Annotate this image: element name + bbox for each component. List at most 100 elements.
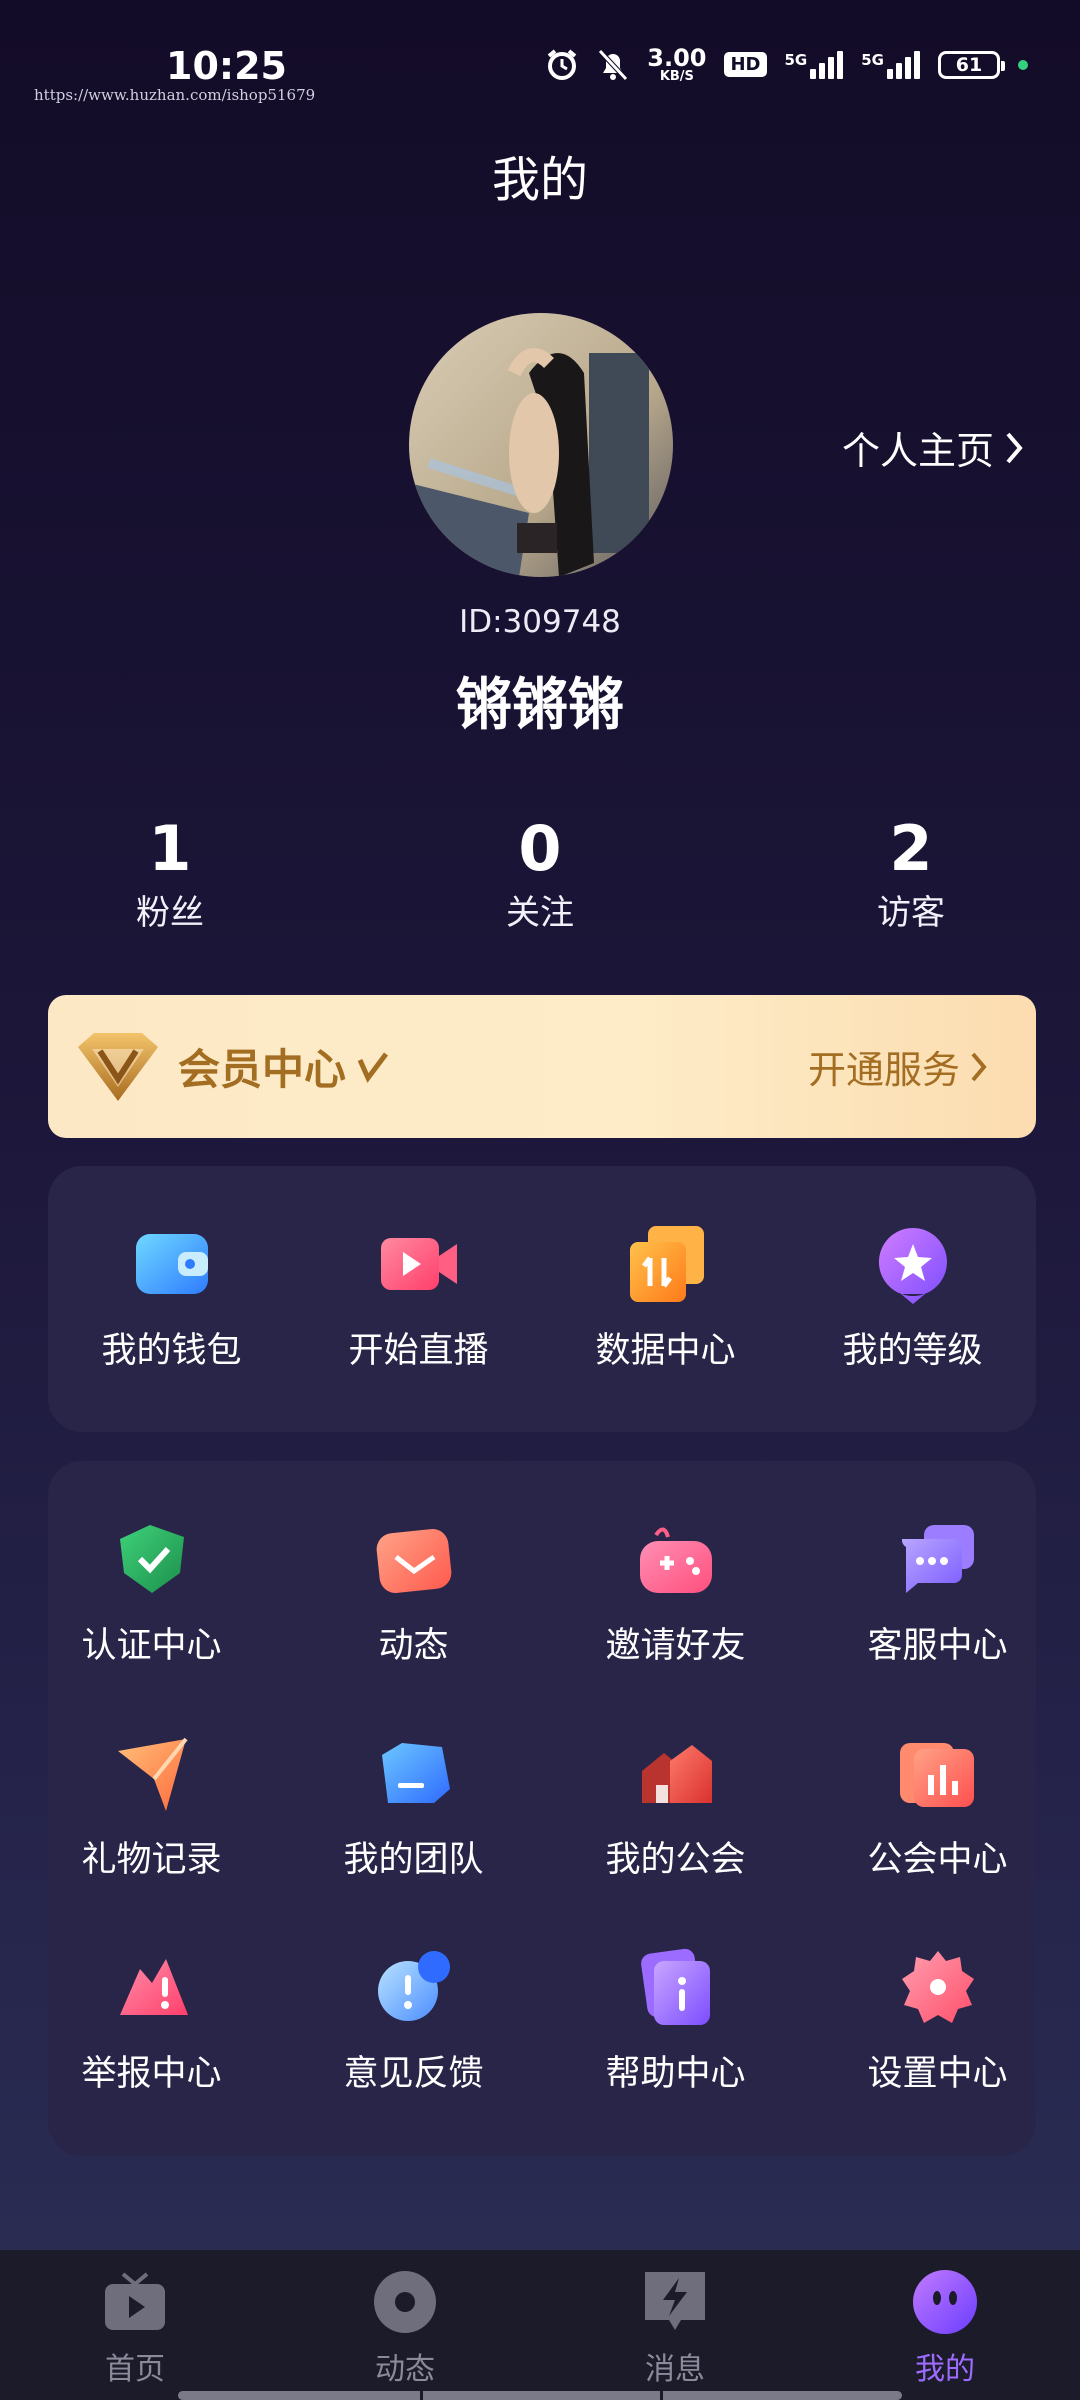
gift-paper-plane-icon	[117, 1737, 188, 1811]
nav-label: 消息	[645, 2352, 705, 2387]
feedback-bubble-icon	[377, 1951, 450, 2021]
bottom-nav: 首页 动态 消息 我的	[0, 2250, 1080, 2400]
signal-icon-2: 5G	[861, 50, 920, 79]
tv-home-icon	[105, 2272, 165, 2330]
mute-bell-icon	[597, 48, 629, 82]
status-time: 10:25	[166, 44, 287, 88]
active-dot	[1018, 59, 1028, 70]
stats-row: 1 粉丝 0 关注 2 访客	[0, 812, 1080, 955]
stat-fans[interactable]: 1 粉丝	[50, 812, 290, 934]
report-center-button[interactable]: 举报中心	[28, 1945, 275, 2096]
service-label: 认证中心	[81, 1626, 222, 1666]
moments-envelope-icon	[376, 1528, 451, 1594]
network-speed: 3.00 KB/S	[647, 44, 707, 84]
username: 锵锵锵	[456, 673, 624, 738]
settings-gear-icon	[901, 1951, 974, 2023]
stat-following[interactable]: 0 关注	[420, 812, 660, 934]
stat-label: 关注	[506, 893, 574, 934]
live-camera-icon	[380, 1238, 457, 1290]
nav-profile[interactable]: 我的	[845, 2268, 1045, 2388]
vip-diamond-icon	[78, 1032, 158, 1101]
nav-label: 首页	[105, 2352, 165, 2387]
customer-service-chat-icon	[901, 1525, 974, 1593]
verify-center-button[interactable]: 认证中心	[28, 1517, 275, 1668]
open-service-label: 开通服务	[807, 1048, 960, 1092]
verify-shield-icon	[119, 1525, 184, 1593]
wallet-button[interactable]: 我的钱包	[48, 1222, 295, 1373]
stat-visitors[interactable]: 2 访客	[791, 812, 1031, 934]
profile-face-icon	[913, 2270, 977, 2334]
service-label: 意见反馈	[343, 2054, 484, 2094]
battery-icon: 61	[938, 50, 1005, 79]
wallet-icon	[135, 1234, 208, 1294]
nav-home[interactable]: 首页	[35, 2268, 235, 2388]
nav-moments[interactable]: 动态	[305, 2268, 505, 2388]
moments-button[interactable]: 动态	[290, 1517, 537, 1668]
watermark-url: https://www.huzhan.com/ishop51679	[34, 86, 316, 104]
data-center-button[interactable]: 数据中心	[542, 1222, 789, 1373]
vip-title: 会员中心	[178, 1045, 347, 1094]
service-label: 礼物记录	[81, 1840, 222, 1880]
quick-actions-panel: 我的钱包 开始直播 数据中心 我的等级	[48, 1166, 1036, 1432]
start-live-button[interactable]: 开始直播	[295, 1222, 542, 1373]
report-warning-icon	[119, 1959, 188, 2015]
user-id: ID:309748	[459, 604, 621, 640]
nav-label: 动态	[375, 2352, 435, 2387]
gesture-bar[interactable]	[178, 2391, 902, 2400]
service-label: 动态	[378, 1626, 449, 1666]
service-label: 邀请好友	[605, 1626, 746, 1666]
alarm-icon	[545, 48, 579, 82]
quick-action-label: 数据中心	[595, 1331, 736, 1371]
vip-check-icon	[357, 1052, 389, 1083]
stat-value: 0	[518, 812, 562, 885]
guild-chart-icon	[899, 1743, 974, 1807]
status-icons: 3.00 KB/S HD 5G 5G 61	[545, 46, 1028, 83]
feedback-button[interactable]: 意见反馈	[290, 1945, 537, 2096]
invite-gamepad-icon	[639, 1527, 712, 1593]
quick-action-label: 开始直播	[348, 1331, 489, 1371]
data-center-icon	[629, 1226, 704, 1302]
gift-records-button[interactable]: 礼物记录	[28, 1731, 275, 1882]
open-service-button[interactable]: 开通服务	[808, 1039, 988, 1094]
chevron-right-icon	[971, 1052, 987, 1081]
guild-house-icon	[641, 1745, 712, 1803]
my-level-button[interactable]: 我的等级	[789, 1222, 1036, 1373]
service-label: 举报中心	[81, 2054, 222, 2094]
hd-icon: HD	[724, 52, 767, 77]
status-bar: 10:25 https://www.huzhan.com/ishop51679 …	[0, 0, 1080, 110]
my-team-button[interactable]: 我的团队	[290, 1731, 537, 1882]
personal-homepage-link[interactable]: 个人主页	[842, 420, 1024, 475]
guild-center-button[interactable]: 公会中心	[814, 1731, 1061, 1882]
service-label: 帮助中心	[605, 2054, 746, 2094]
stat-value: 2	[889, 812, 933, 885]
stat-label: 访客	[877, 893, 945, 934]
service-label: 我的团队	[343, 1840, 484, 1880]
vip-center-card[interactable]: 会员中心 开通服务	[48, 995, 1036, 1138]
personal-homepage-label: 个人主页	[841, 429, 994, 473]
service-label: 我的公会	[605, 1840, 746, 1880]
signal-icon-1: 5G	[785, 50, 844, 79]
stat-label: 粉丝	[136, 893, 204, 934]
nav-messages[interactable]: 消息	[575, 2268, 775, 2388]
service-label: 客服中心	[867, 1626, 1008, 1666]
stat-value: 1	[148, 812, 192, 885]
chevron-right-icon	[1006, 432, 1023, 463]
services-panel: 认证中心 动态 邀请好友 客服中心 礼物记录 我的团队 我的公会 公会中心 举报…	[48, 1461, 1036, 2156]
service-label: 设置中心	[867, 2054, 1008, 2094]
help-center-button[interactable]: 帮助中心	[552, 1945, 799, 2096]
nav-label: 我的	[915, 2352, 975, 2387]
team-folder-icon	[381, 1743, 450, 1803]
page-title: 我的	[491, 152, 588, 208]
settings-center-button[interactable]: 设置中心	[814, 1945, 1061, 2096]
quick-action-label: 我的钱包	[101, 1331, 242, 1371]
avatar[interactable]	[409, 313, 673, 577]
moments-circle-icon	[374, 2271, 436, 2333]
invite-friends-button[interactable]: 邀请好友	[552, 1517, 799, 1668]
help-info-icon	[640, 1948, 710, 2025]
my-guild-button[interactable]: 我的公会	[552, 1731, 799, 1882]
service-label: 公会中心	[867, 1840, 1008, 1880]
level-star-icon	[878, 1228, 947, 1304]
quick-action-label: 我的等级	[842, 1331, 983, 1371]
customer-service-button[interactable]: 客服中心	[814, 1517, 1061, 1668]
message-bolt-icon	[645, 2272, 705, 2330]
